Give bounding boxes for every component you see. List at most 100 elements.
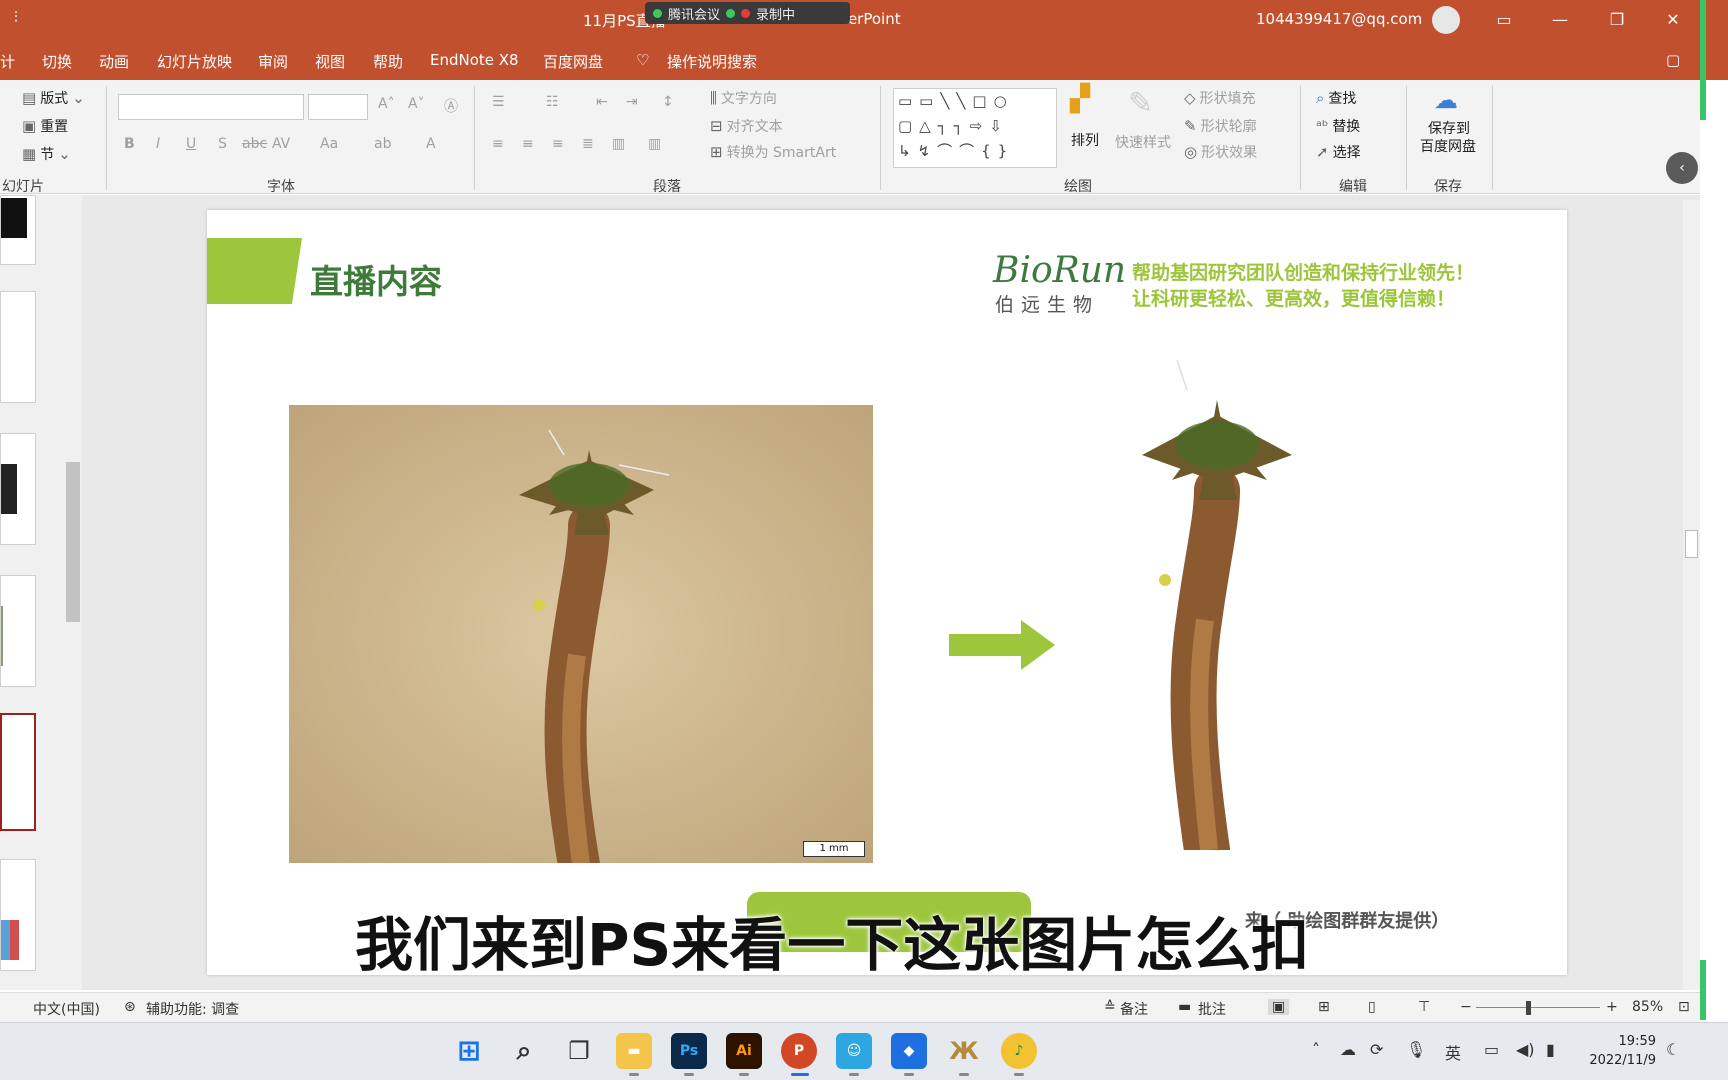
font-color-icon[interactable]: A	[426, 136, 436, 152]
strikethrough-icon[interactable]: abc	[242, 136, 267, 152]
quick-styles-button[interactable]: 快速样式	[1115, 132, 1171, 152]
moss-photo-original[interactable]: 1 mm	[289, 405, 873, 863]
tencent-meeting-icon[interactable]: ◆	[891, 1033, 927, 1069]
menu-view[interactable]: 视图	[315, 51, 345, 72]
select-button[interactable]: ➚ 选择	[1316, 142, 1361, 162]
close-icon[interactable]: ✕	[1656, 6, 1690, 34]
music-app-icon[interactable]: ♪	[1001, 1033, 1037, 1069]
network-icon[interactable]: ▭	[1484, 1040, 1499, 1059]
file-explorer-icon[interactable]: ▬	[616, 1033, 652, 1069]
notification-icon[interactable]: ☾	[1666, 1040, 1680, 1059]
chevron-up-icon[interactable]: ˄	[1312, 1040, 1320, 1059]
menu-transitions[interactable]: 切换	[42, 51, 72, 72]
bold-icon[interactable]: B	[124, 136, 135, 152]
shape-effects-button[interactable]: ◎ 形状效果	[1184, 142, 1257, 162]
menu-animations[interactable]: 动画	[99, 51, 129, 72]
italic-icon[interactable]: I	[156, 136, 160, 152]
meeting-status-pill[interactable]: 腾讯会议 录制中	[645, 2, 850, 24]
reading-view-icon[interactable]: ▯	[1368, 999, 1376, 1015]
notes-button[interactable]: 备注	[1120, 999, 1148, 1019]
shape-fill-button[interactable]: ◇ 形状填充	[1184, 88, 1256, 108]
photoshop-icon[interactable]: Ps	[671, 1033, 707, 1069]
text-direction-button[interactable]: ⫼ 文字方向	[710, 88, 777, 108]
slide-title[interactable]: 直播内容	[310, 255, 442, 303]
align-center-icon[interactable]: ≡	[522, 136, 534, 152]
sync-icon[interactable]: ⟳	[1370, 1040, 1383, 1059]
minimize-icon[interactable]: —	[1543, 6, 1577, 34]
system-clock[interactable]: 19:59 2022/11/9	[1578, 1032, 1656, 1070]
illustrator-icon[interactable]: Ai	[726, 1033, 762, 1069]
distributed-icon[interactable]: ▥	[612, 136, 625, 152]
account-email[interactable]: 1044399417@qq.com	[1256, 10, 1422, 28]
restore-icon[interactable]: ❐	[1600, 6, 1634, 34]
comments-icon[interactable]: ▢	[1666, 51, 1680, 69]
collapse-panel-icon[interactable]: ‹	[1666, 152, 1698, 184]
scrollbar-thumb[interactable]	[1685, 530, 1698, 558]
save-to-line1[interactable]: 保存到	[1428, 118, 1470, 138]
volume-icon[interactable]: ◀)	[1516, 1040, 1535, 1059]
bullets-icon[interactable]: ☰	[492, 94, 505, 110]
quick-styles-icon[interactable]: ✎	[1128, 86, 1153, 121]
menu-help[interactable]: 帮助	[373, 51, 403, 72]
font-grow-icon[interactable]: A˄	[378, 96, 395, 112]
scrollbar-thumb[interactable]	[66, 462, 80, 622]
shape-outline-button[interactable]: ✎ 形状轮廓	[1184, 116, 1257, 136]
windows-start-icon[interactable]: ⊞	[451, 1033, 487, 1069]
zoom-slider-handle[interactable]	[1526, 1001, 1531, 1015]
ime-indicator[interactable]: 英	[1445, 1040, 1461, 1064]
slide-thumbnail[interactable]	[0, 433, 36, 545]
comments-button[interactable]: 批注	[1198, 999, 1226, 1019]
replace-button[interactable]: ᵃᵇ 替换	[1316, 116, 1360, 136]
fit-slide-icon[interactable]: ⊡	[1678, 999, 1690, 1015]
slide-thumbnail[interactable]	[0, 291, 36, 403]
accessibility-status[interactable]: 辅助功能: 调查	[146, 999, 239, 1019]
slide-thumbnail[interactable]	[0, 195, 36, 265]
save-to-line2[interactable]: 百度网盘	[1420, 136, 1476, 156]
align-right-icon[interactable]: ≡	[552, 136, 564, 152]
microphone-icon[interactable]: 🎙	[1406, 1040, 1426, 1059]
normal-view-icon[interactable]: ▣	[1268, 999, 1290, 1015]
find-button[interactable]: ⌕ 查找	[1316, 88, 1356, 108]
font-size-input[interactable]	[308, 94, 368, 120]
powerpoint-icon[interactable]: P	[781, 1033, 817, 1069]
justify-icon[interactable]: ≣	[582, 136, 594, 152]
slide-thumbnail[interactable]	[0, 859, 36, 971]
slide-canvas[interactable]: 直播内容 BioRun 伯远生物 帮助基因研究团队创造和保持行业领先！ 让科研更…	[207, 210, 1567, 975]
task-view-icon[interactable]: ❐	[561, 1033, 597, 1069]
menu-review[interactable]: 审阅	[258, 51, 288, 72]
line-spacing-icon[interactable]: ↕	[662, 94, 674, 110]
align-left-icon[interactable]: ≡	[492, 136, 504, 152]
increase-indent-icon[interactable]: ⇥	[626, 94, 638, 110]
avatar[interactable]	[1432, 6, 1460, 34]
columns-icon[interactable]: ▥	[648, 136, 661, 152]
zoom-in-icon[interactable]: +	[1606, 999, 1618, 1015]
app-icon[interactable]: Ж	[946, 1033, 982, 1069]
layout-button[interactable]: ▤ 版式 ⌄	[22, 88, 85, 108]
shapes-gallery[interactable]: ▭▭╲╲□○ ▢△┐┐⇨⇩ ↳↯⌒⌒{}	[893, 88, 1057, 168]
thumbnails-scrollbar[interactable]	[64, 200, 82, 990]
zoom-out-icon[interactable]: −	[1460, 999, 1472, 1015]
menu-slideshow[interactable]: 幻灯片放映	[157, 51, 232, 72]
slide-thumbnail[interactable]	[0, 575, 36, 687]
arrange-icon[interactable]: ▞	[1070, 84, 1090, 114]
onedrive-icon[interactable]: ☁	[1340, 1040, 1356, 1059]
zoom-slider[interactable]	[1476, 1007, 1600, 1008]
search-icon[interactable]: ⌕	[506, 1033, 542, 1069]
zoom-level[interactable]: 85%	[1632, 999, 1663, 1015]
char-spacing-icon[interactable]: AV	[272, 136, 290, 152]
clear-format-icon[interactable]: Ⓐ	[444, 96, 458, 116]
slogan-line-2[interactable]: 让科研更轻松、更高效，更值得信赖！	[1132, 284, 1455, 311]
slide-thumbnail-current[interactable]	[0, 713, 36, 831]
underline-icon[interactable]: U	[186, 136, 196, 152]
slide-sorter-icon[interactable]: ⊞	[1318, 999, 1330, 1015]
quick-access-icon[interactable]: ⫶	[14, 8, 18, 26]
ribbon-display-icon[interactable]: ▭	[1487, 6, 1521, 34]
menu-baidu-netdisk[interactable]: 百度网盘	[543, 51, 603, 72]
menu-endnote[interactable]: EndNote X8	[430, 51, 519, 69]
arrange-button[interactable]: 排列	[1071, 130, 1099, 150]
shadow-icon[interactable]: S	[218, 136, 227, 152]
slideshow-icon[interactable]: ⊤	[1418, 999, 1430, 1015]
language-indicator[interactable]: 中文(中国)	[33, 999, 100, 1019]
slogan-line-1[interactable]: 帮助基因研究团队创造和保持行业领先！	[1132, 258, 1474, 285]
section-button[interactable]: ▦ 节 ⌄	[22, 144, 71, 164]
